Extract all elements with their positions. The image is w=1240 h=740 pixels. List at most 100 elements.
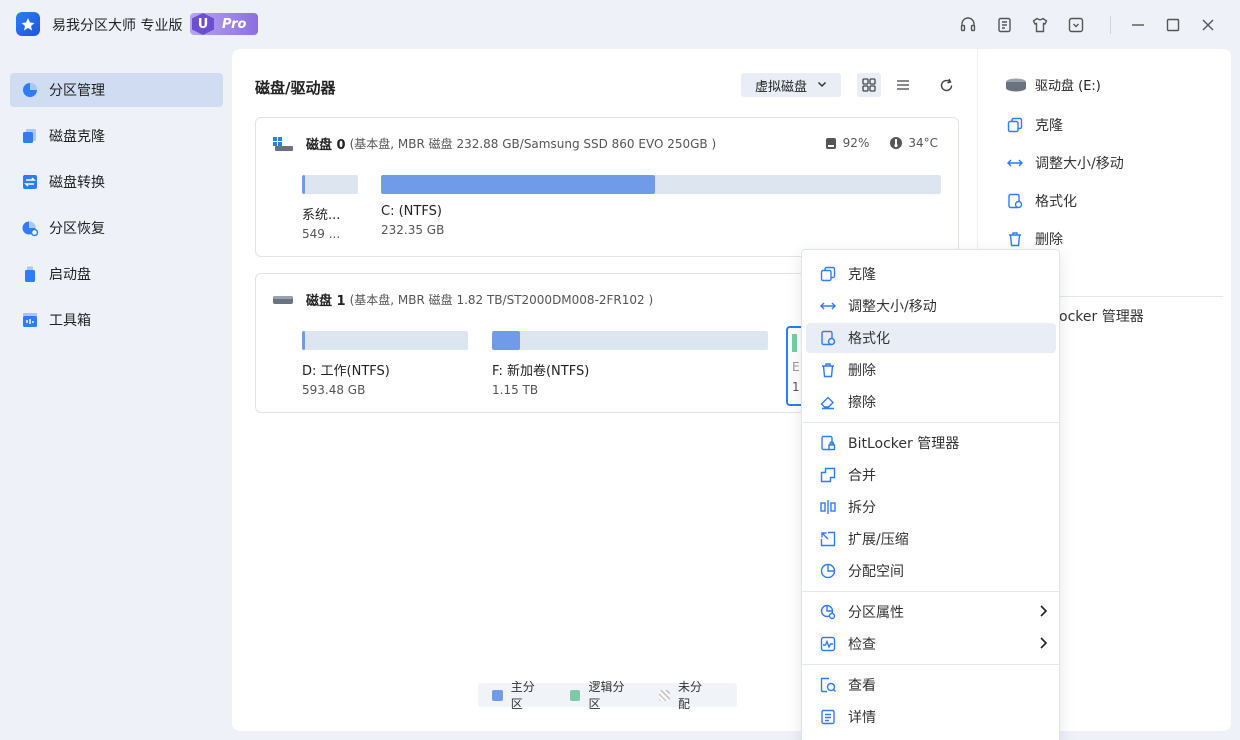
partition-size: 593.48 GB [302, 383, 366, 397]
action-label: 格式化 [1035, 194, 1077, 210]
usb-icon [20, 264, 40, 284]
legend-primary: 主分区 [492, 678, 546, 712]
action-bitlocker-partial[interactable]: ocker 管理器 [1059, 306, 1144, 326]
action-resize[interactable]: 调整大小/移动 [1005, 153, 1124, 173]
sidebar-item-boot-disk[interactable]: 启动盘 [10, 257, 223, 291]
sidebar-item-label: 分区管理 [49, 83, 105, 99]
legend-unallocated: 未分配 [659, 678, 713, 712]
menu-item-split[interactable]: 拆分 [806, 492, 1056, 522]
partition-size: 232.35 GB [381, 223, 445, 237]
grid-view-button[interactable] [857, 73, 881, 97]
partition-name: F: 新加卷(NTFS) [492, 364, 590, 379]
partition-size: 1 [792, 380, 800, 394]
toolbox-icon [20, 310, 40, 330]
partition-system[interactable]: 系统... 549 ... [302, 175, 358, 241]
menu-item-merge[interactable]: 合并 [806, 460, 1056, 490]
action-clone[interactable]: 克隆 [1005, 115, 1063, 135]
menu-item-bitlocker[interactable]: BitLocker 管理器 [806, 428, 1056, 458]
sidebar-item-partition-manager[interactable]: 分区管理 [10, 73, 223, 107]
pro-badge[interactable]: U Pro [190, 13, 258, 35]
menu-item-details[interactable]: 详情 [806, 702, 1056, 732]
refresh-button[interactable] [934, 73, 958, 97]
menu-divider [802, 591, 1059, 592]
trash-icon [1005, 229, 1025, 249]
menu-divider [802, 664, 1059, 665]
sidebar-item-partition-recovery[interactable]: 分区恢复 [10, 211, 223, 245]
disk-card-0[interactable]: 磁盘 0 (基本盘, MBR 磁盘 232.88 GB/Samsung SSD … [255, 117, 959, 257]
partition-fill [302, 175, 305, 194]
page-title: 磁盘/驱动器 [255, 79, 336, 97]
menu-item-delete[interactable]: 删除 [806, 355, 1056, 385]
sidebar-item-toolbox[interactable]: 工具箱 [10, 303, 223, 337]
sidebar-item-label: 工具箱 [49, 313, 91, 329]
menu-item-partition-properties[interactable]: 分区属性 [806, 597, 1056, 627]
pie-chart-icon [20, 80, 40, 100]
maximize-icon[interactable] [1162, 14, 1184, 36]
menu-item-allocate-space[interactable]: 分配空间 [806, 556, 1056, 586]
virtual-disk-dropdown[interactable]: 虚拟磁盘 [741, 73, 841, 97]
disk-header: 磁盘 1 (基本盘, MBR 磁盘 1.82 TB/ST2000DM008-2F… [272, 290, 653, 309]
menu-item-clone[interactable]: 克隆 [806, 259, 1056, 289]
eraser-icon [818, 392, 838, 412]
partition-bar [381, 175, 941, 194]
clone-icon [1005, 115, 1025, 135]
app-logo-icon [16, 12, 40, 36]
windows-disk-icon [273, 136, 293, 151]
menu-item-label: 合并 [848, 468, 876, 484]
disk-name: 磁盘 0 [306, 138, 346, 153]
action-label: 调整大小/移动 [1035, 156, 1124, 172]
partition-fill [492, 331, 520, 350]
feedback-icon[interactable] [994, 14, 1016, 36]
selected-drive-header: 驱动盘 (E:) [1005, 75, 1101, 94]
bitlocker-icon [818, 433, 838, 453]
shirt-icon[interactable] [1029, 14, 1051, 36]
health-value: 92% [842, 136, 870, 150]
menu-item-extend-shrink[interactable]: 扩展/压缩 [806, 524, 1056, 554]
action-delete[interactable]: 删除 [1005, 229, 1063, 249]
menu-item-label: 格式化 [848, 331, 890, 347]
menu-item-format[interactable]: 格式化 [806, 323, 1056, 353]
partition-name: C: (NTFS) [381, 204, 442, 219]
close-icon[interactable] [1197, 14, 1219, 36]
partition-c[interactable]: C: (NTFS) 232.35 GB [381, 175, 941, 237]
grid-icon [862, 78, 876, 92]
action-format[interactable]: 格式化 [1005, 191, 1077, 211]
trash-icon [818, 360, 838, 380]
menu-item-check[interactable]: 检查 [806, 629, 1056, 659]
sidebar-item-disk-convert[interactable]: 磁盘转换 [10, 165, 223, 199]
list-icon [897, 80, 909, 90]
partition-size: 1.15 TB [492, 383, 539, 397]
dropdown-menu-icon[interactable] [1065, 14, 1087, 36]
menu-item-label: 分配空间 [848, 564, 904, 580]
disk-stats: 92% 34°C [804, 136, 938, 150]
partition-f[interactable]: F: 新加卷(NTFS) 1.15 TB [492, 331, 768, 397]
resize-icon [818, 296, 838, 316]
title-bar: 易我分区大师 专业版 U Pro [0, 0, 1240, 50]
menu-item-wipe[interactable]: 擦除 [806, 387, 1056, 417]
legend-label: 未分配 [677, 680, 702, 711]
thermometer-icon [890, 137, 903, 149]
selected-drive-label: 驱动盘 (E:) [1035, 79, 1101, 94]
hard-drive-icon [273, 295, 293, 304]
partition-d[interactable]: D: 工作(NTFS) 593.48 GB [302, 331, 468, 397]
split-icon [818, 497, 838, 517]
virtual-disk-label: 虚拟磁盘 [755, 79, 808, 95]
legend-swatch [659, 689, 670, 701]
minimize-icon[interactable] [1127, 14, 1149, 36]
menu-item-label: BitLocker 管理器 [848, 436, 960, 452]
pro-u-icon: U [192, 13, 214, 35]
merge-icon [818, 465, 838, 485]
menu-item-resize[interactable]: 调整大小/移动 [806, 291, 1056, 321]
list-view-button[interactable] [891, 73, 915, 97]
partition-name: E [792, 360, 800, 374]
logical-partition-bar [792, 334, 797, 352]
action-label: 删除 [1035, 232, 1063, 248]
temp-stat: 34°C [889, 136, 938, 150]
main-panel: 磁盘/驱动器 虚拟磁盘 磁盘 0 (基本盘, MBR 磁盘 232.88 GB/… [232, 49, 1231, 731]
menu-item-explore[interactable]: 查看 [806, 670, 1056, 700]
sidebar-item-disk-clone[interactable]: 磁盘克隆 [10, 119, 223, 153]
headset-icon[interactable] [957, 14, 979, 36]
chevron-right-icon [1038, 604, 1048, 622]
action-label: ocker 管理器 [1059, 309, 1144, 325]
menu-item-label: 删除 [848, 363, 876, 379]
